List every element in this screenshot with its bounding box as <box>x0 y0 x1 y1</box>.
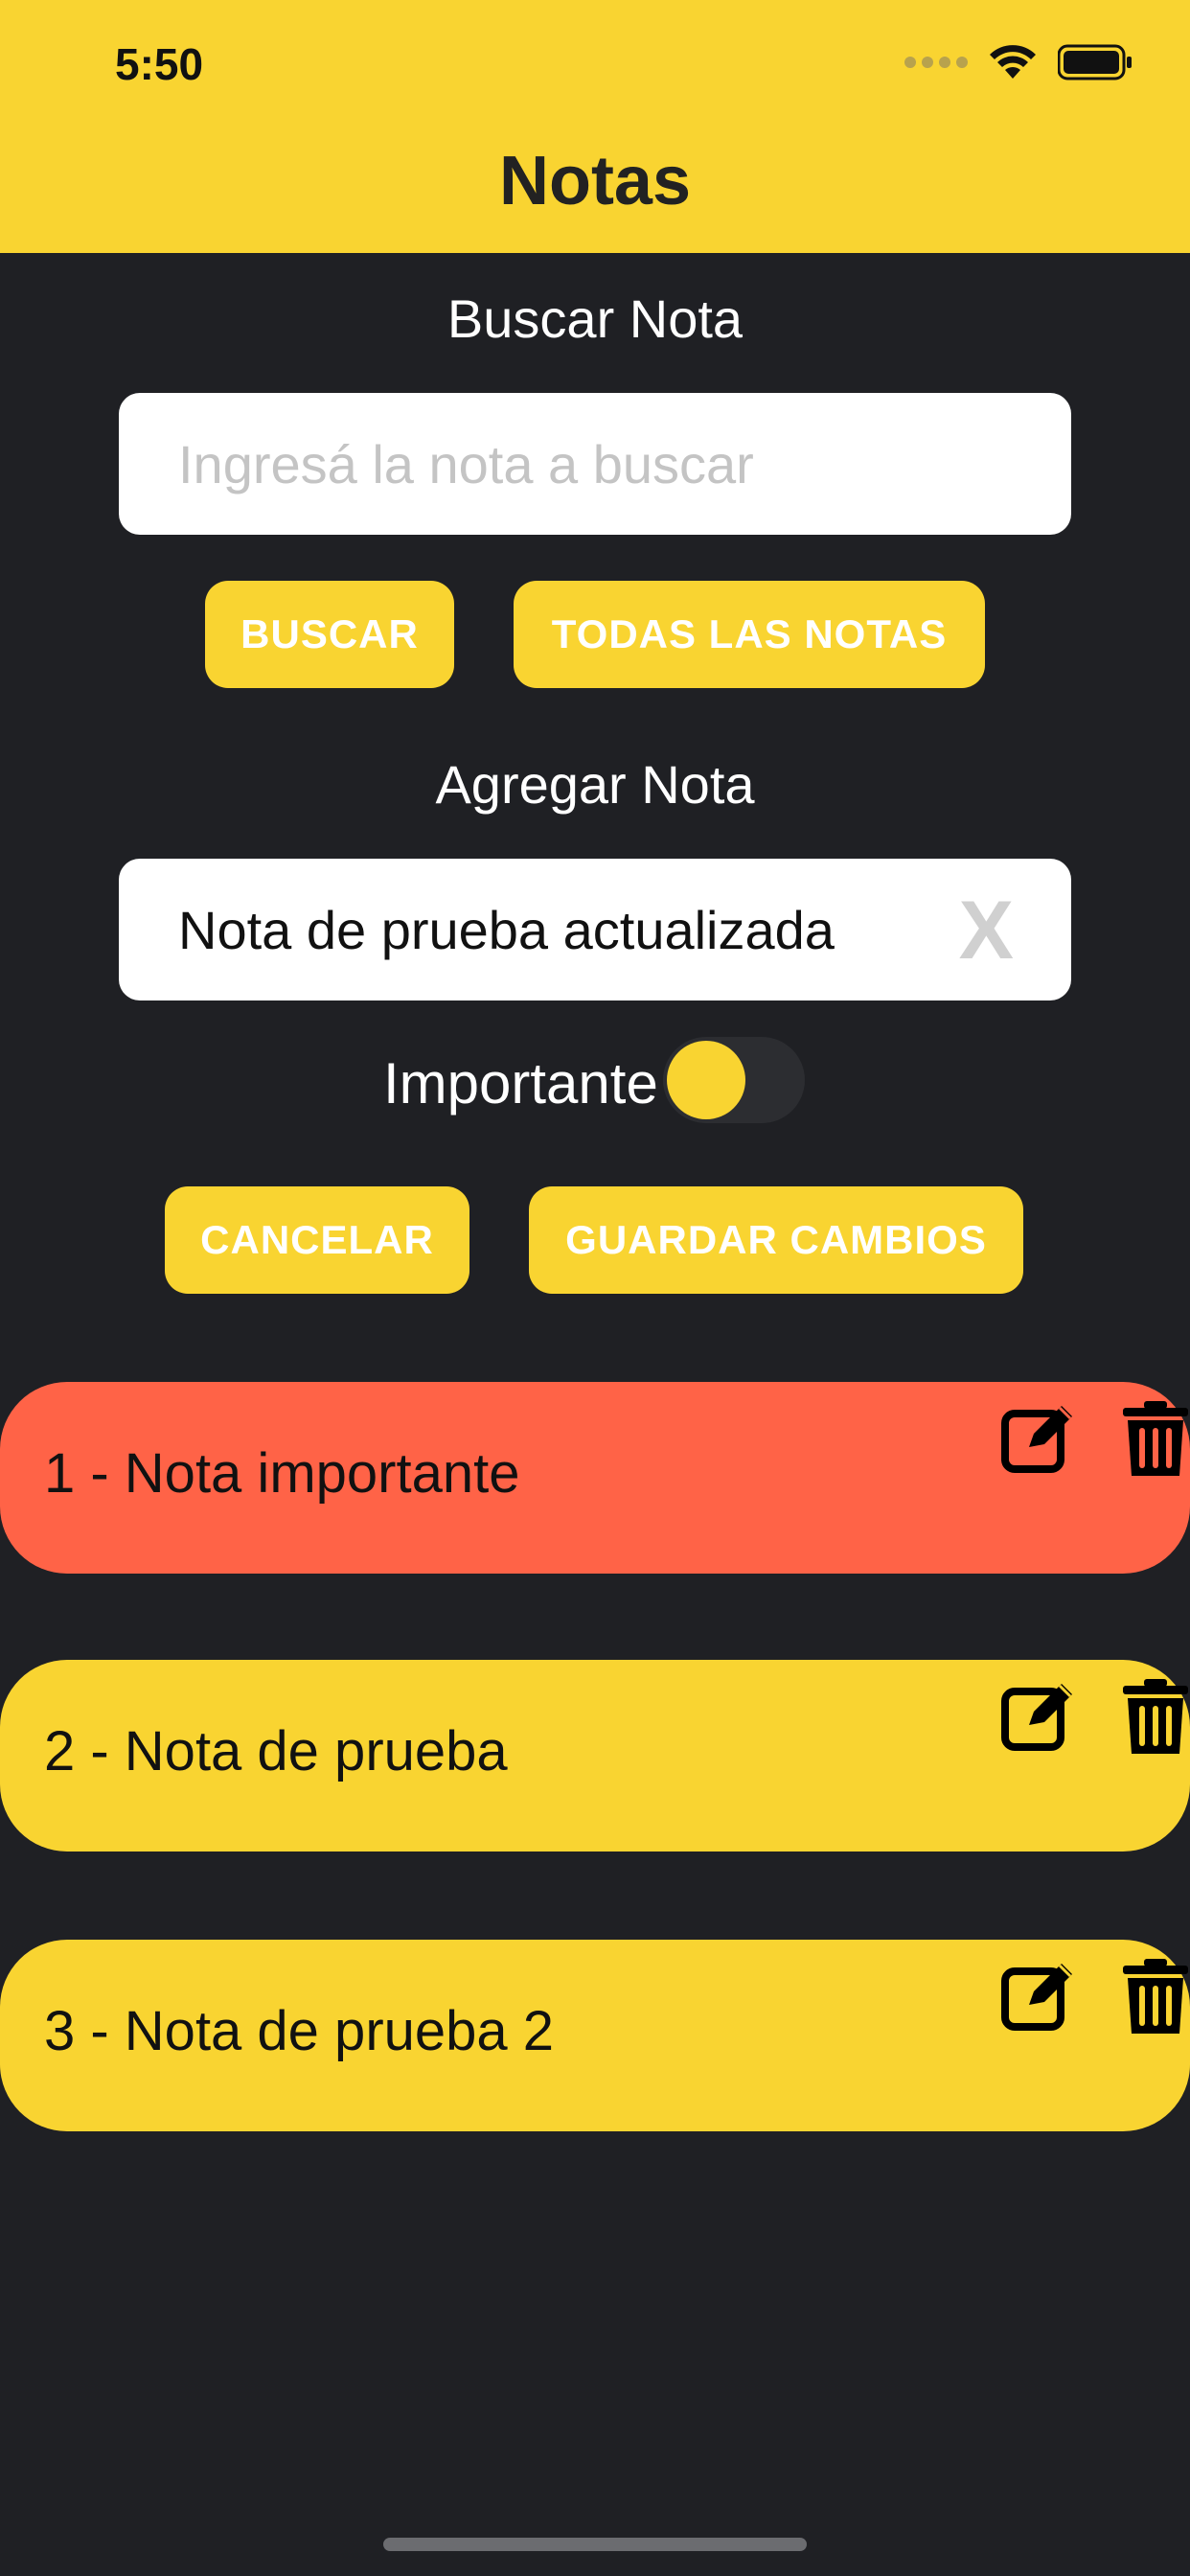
search-input-container[interactable] <box>119 393 1071 535</box>
status-icons <box>904 44 1133 80</box>
header: 5:50 Notas <box>0 0 1190 253</box>
edit-icon[interactable] <box>1000 1399 1077 1476</box>
edit-icon[interactable] <box>1000 1677 1077 1754</box>
status-time: 5:50 <box>115 39 204 89</box>
save-changes-button[interactable]: GUARDAR CAMBIOS <box>529 1186 1023 1294</box>
search-label: Buscar Nota <box>446 288 744 349</box>
trash-icon[interactable] <box>1121 1399 1190 1478</box>
add-label: Agregar Nota <box>435 754 755 815</box>
edit-icon[interactable] <box>1000 1957 1077 2034</box>
important-label: Importante <box>383 1051 658 1116</box>
note-actions <box>1000 1677 1190 1756</box>
note-text: 2 - Nota de prueba <box>44 1720 508 1782</box>
battery-icon <box>1058 44 1132 80</box>
page-title: Notas <box>498 143 692 219</box>
toggle-knob <box>667 1041 745 1119</box>
note-actions <box>1000 1399 1190 1478</box>
note-input[interactable] <box>176 897 966 962</box>
important-toggle-row: Importante <box>0 1033 1190 1129</box>
note-item[interactable]: 1 - Nota importante <box>0 1382 1190 1574</box>
search-button[interactable]: BUSCAR <box>205 581 454 688</box>
all-notes-button[interactable]: TODAS LAS NOTAS <box>514 581 985 688</box>
cancel-button[interactable]: CANCELAR <box>165 1186 469 1294</box>
trash-icon[interactable] <box>1121 1957 1190 2036</box>
home-indicator <box>383 2538 807 2551</box>
wifi-icon <box>990 45 1036 79</box>
note-text: 1 - Nota importante <box>44 1442 520 1505</box>
signal-icon <box>904 57 968 68</box>
note-input-container[interactable]: X <box>119 859 1071 1000</box>
important-toggle[interactable] <box>663 1037 805 1123</box>
trash-icon[interactable] <box>1121 1677 1190 1756</box>
note-actions <box>1000 1957 1190 2036</box>
clear-button[interactable]: X <box>959 884 1014 978</box>
note-item[interactable]: 3 - Nota de prueba 2 <box>0 1940 1190 2131</box>
note-item[interactable]: 2 - Nota de prueba <box>0 1660 1190 1852</box>
note-text: 3 - Nota de prueba 2 <box>44 2000 555 2062</box>
search-input[interactable] <box>176 431 966 496</box>
